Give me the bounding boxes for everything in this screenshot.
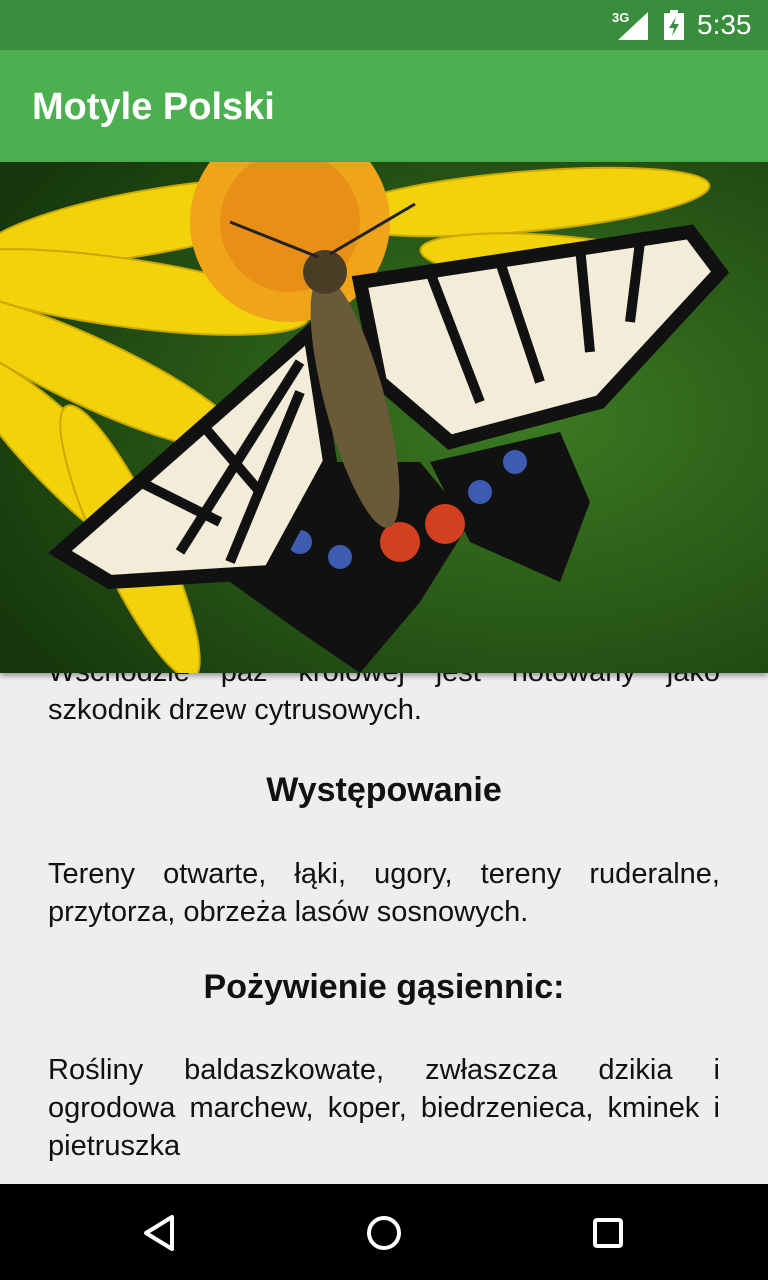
app-bar: Motyle Polski xyxy=(0,50,768,162)
section-heading-caterpillar-food: Pożywienie gąsiennic: xyxy=(203,968,565,1006)
butterfly-image xyxy=(0,162,768,673)
status-bar: 3G 5:35 xyxy=(0,0,768,50)
home-button[interactable] xyxy=(359,1208,409,1258)
signal-icon xyxy=(618,12,648,40)
recents-square-icon xyxy=(593,1218,623,1248)
recents-button[interactable] xyxy=(583,1208,633,1258)
back-button[interactable] xyxy=(135,1208,185,1258)
battery-icon xyxy=(664,10,684,40)
home-circle-icon xyxy=(367,1216,401,1250)
app-title: Motyle Polski xyxy=(32,86,275,128)
partial-paragraph: Wschodzie paź królowej jest notowany jak… xyxy=(48,673,720,726)
back-triangle-icon xyxy=(144,1215,174,1251)
section-text-occurrence: Tereny otwarte, łąki, ugory, tereny rude… xyxy=(48,858,720,928)
clock: 5:35 xyxy=(697,9,752,40)
section-text-caterpillar-food: Rośliny baldaszkowate, zwłaszcza dzikia … xyxy=(48,1054,720,1162)
screen: 3G 5:35 Motyle Polski szkodnik drzew cyt… xyxy=(0,0,768,1280)
section-heading-occurrence: Występowanie xyxy=(266,771,502,809)
description-content: Wschodzie paź królowej jest notowany jak… xyxy=(0,673,768,1184)
navigation-bar xyxy=(0,1184,768,1280)
